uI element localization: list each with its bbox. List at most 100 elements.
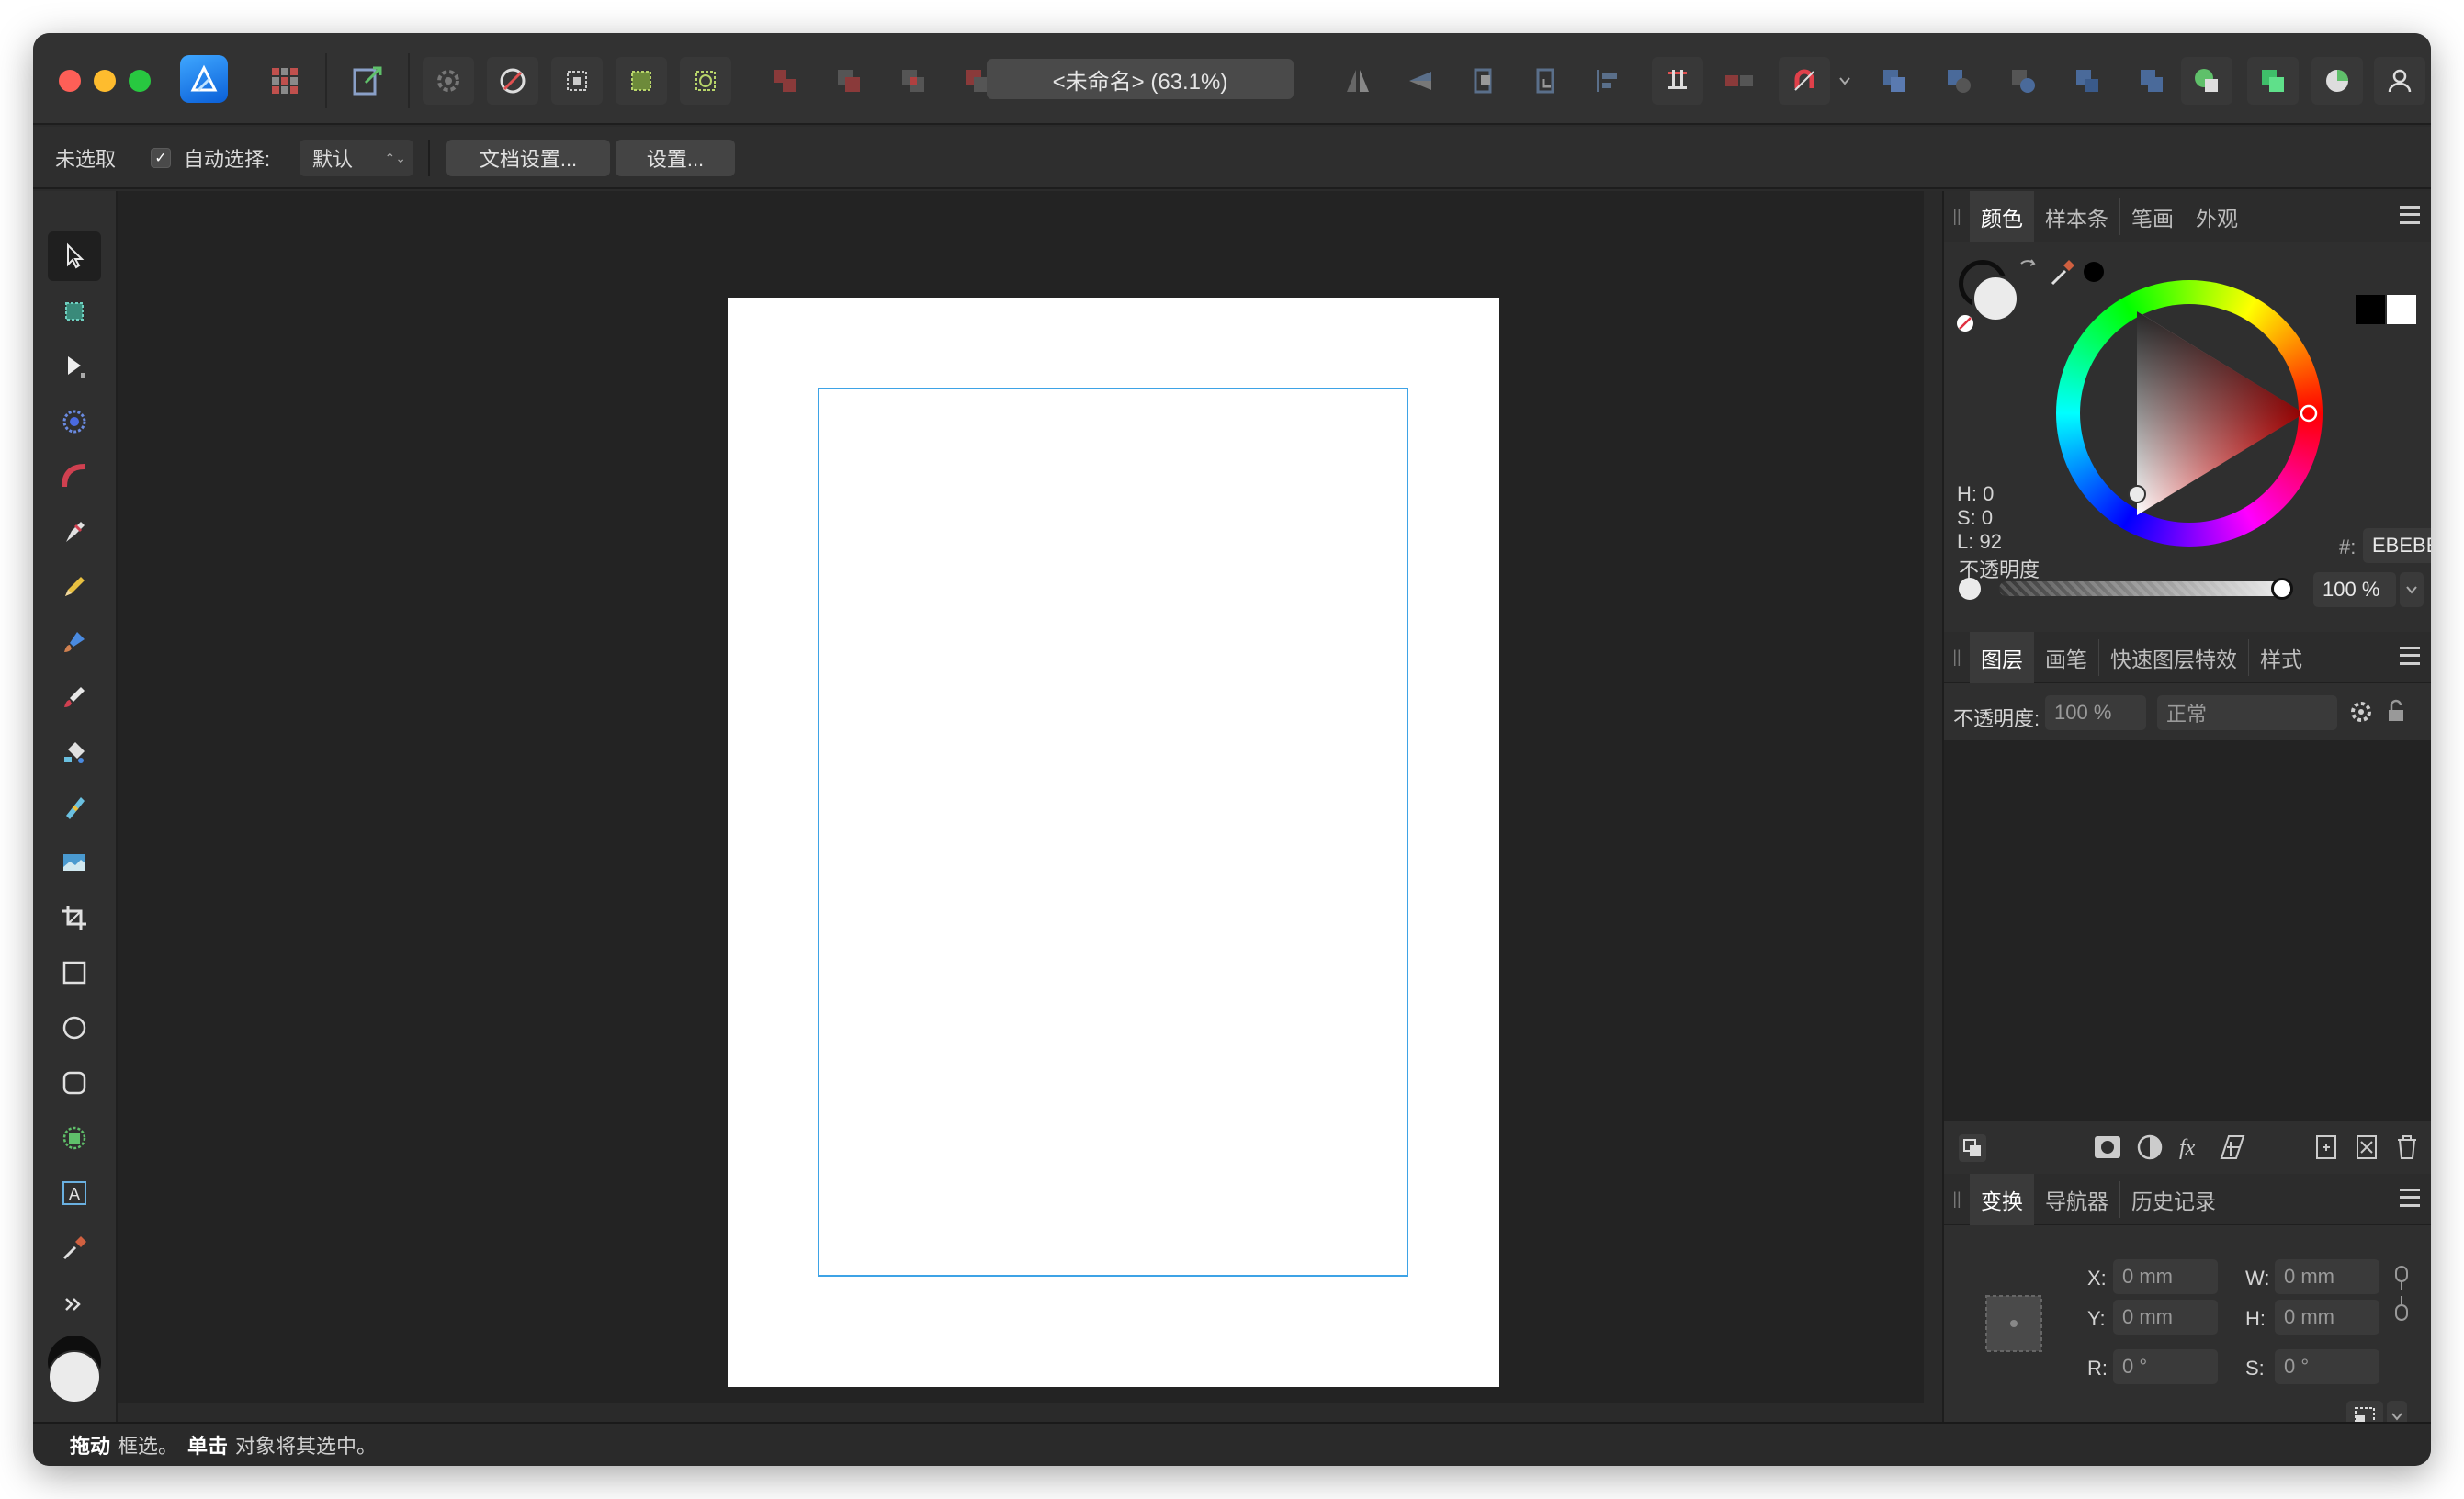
export-persona-icon[interactable] (342, 57, 393, 105)
view-mode-icon[interactable] (551, 57, 603, 105)
node-tool-icon[interactable] (48, 342, 101, 391)
ellipse-tool-icon[interactable] (48, 1003, 101, 1053)
expand-tools-chevron-icon[interactable] (48, 1290, 101, 1319)
geometry-add-icon[interactable] (2181, 57, 2232, 105)
width-input[interactable]: 0 mm (2275, 1259, 2379, 1294)
delete-object-icon[interactable] (2352, 1133, 2381, 1167)
pixel-view-icon[interactable] (616, 57, 667, 105)
retina-view-icon[interactable] (680, 57, 731, 105)
arrange-forward-icon[interactable] (1869, 57, 1920, 105)
picked-color-swatch[interactable] (2084, 262, 2104, 282)
fill-color-swatch[interactable] (48, 1350, 101, 1403)
pen-tool-icon[interactable] (48, 507, 101, 557)
tab-styles[interactable]: 样式 (2249, 632, 2313, 683)
hex-input[interactable]: EBEBEB (2363, 528, 2431, 563)
opacity-dropdown-chevron-icon[interactable] (2400, 572, 2424, 607)
document-page[interactable] (728, 298, 1499, 1387)
tab-navigator[interactable]: 导航器 (2034, 1174, 2119, 1225)
tab-history[interactable]: 历史记录 (2120, 1174, 2227, 1225)
affinity-designer-logo-icon[interactable] (180, 55, 228, 103)
align-icon[interactable] (1582, 57, 1633, 105)
corner-tool-icon[interactable] (48, 452, 101, 502)
trash-icon[interactable] (2392, 1133, 2422, 1167)
color-wheel[interactable] (2056, 280, 2323, 547)
y-input[interactable]: 0 mm (2113, 1300, 2218, 1335)
settings-gear-icon[interactable] (423, 57, 474, 105)
layer-opacity-input[interactable]: 100 % (2045, 695, 2146, 730)
text-tool-icon[interactable]: A (48, 1168, 101, 1218)
black-swatch[interactable] (2356, 295, 2385, 324)
tab-layers[interactable]: 图层 (1970, 631, 2034, 683)
inpaint-icon[interactable] (1714, 57, 1766, 105)
transparency-tool-icon[interactable] (48, 783, 101, 832)
tab-stroke[interactable]: 笔画 (2120, 191, 2185, 242)
flip-horizontal-icon[interactable] (1332, 57, 1384, 105)
no-color-icon[interactable] (1957, 315, 1973, 332)
contour-tool-icon[interactable] (48, 397, 101, 446)
boolean-add-icon[interactable] (759, 57, 810, 105)
crop-tool-icon[interactable] (48, 893, 101, 942)
pencil-tool-icon[interactable] (48, 562, 101, 612)
panel-grip-icon[interactable]: || (1944, 191, 1970, 242)
opacity-slider-handle[interactable] (2271, 578, 2293, 600)
tab-appearance[interactable]: 外观 (2185, 191, 2249, 242)
rotation-input[interactable]: 0 ° (2113, 1349, 2218, 1384)
opacity-slider[interactable] (1999, 581, 2280, 596)
distribute-icon[interactable] (1652, 57, 1703, 105)
color-panel-menu-icon[interactable] (2400, 206, 2420, 224)
layer-settings-gear-icon[interactable] (2348, 699, 2374, 729)
account-user-icon[interactable] (2374, 57, 2425, 105)
geometry-subtract-icon[interactable] (2247, 57, 2299, 105)
panel-grip-icon[interactable]: || (1944, 1174, 1970, 1225)
group-icon[interactable] (2126, 57, 2177, 105)
vertical-scrollbar[interactable] (1924, 191, 1942, 1403)
shape-tool-icon[interactable] (48, 1113, 101, 1163)
vector-brush-tool-icon[interactable] (48, 617, 101, 667)
snapping-icon[interactable] (487, 57, 538, 105)
arrange-backward-icon[interactable] (2062, 57, 2113, 105)
snapping-dropdown-chevron-icon[interactable] (1834, 57, 1856, 105)
zoom-window-button[interactable] (129, 70, 151, 92)
tab-quick-fx[interactable]: 快速图层特效 (2099, 632, 2248, 683)
layers-list[interactable] (1944, 740, 2431, 1121)
live-filter-icon[interactable] (2218, 1133, 2247, 1167)
opacity-input[interactable]: 100 % (2313, 572, 2396, 607)
horizontal-scrollbar[interactable] (118, 1403, 1942, 1422)
boolean-intersect-icon[interactable] (887, 57, 939, 105)
white-swatch[interactable] (2387, 295, 2416, 324)
anchor-point-selector[interactable] (1979, 1289, 2049, 1358)
layers-panel-menu-icon[interactable] (2400, 647, 2420, 665)
place-image-tool-icon[interactable] (48, 838, 101, 887)
rectangle-tool-icon[interactable] (48, 948, 101, 997)
auto-select-checkbox[interactable]: ✓ (151, 148, 171, 168)
add-layer-icon[interactable] (2311, 1133, 2341, 1167)
arrange-front-icon[interactable] (1997, 57, 2049, 105)
transform-panel-menu-icon[interactable] (2400, 1189, 2420, 1207)
blend-mode-select[interactable]: 正常 (2157, 695, 2337, 730)
fill-well[interactable] (1972, 275, 2019, 322)
fill-tool-icon[interactable] (48, 727, 101, 777)
geometry-intersect-icon[interactable] (2311, 57, 2363, 105)
layer-fx-icon[interactable]: fx (2177, 1131, 2207, 1165)
tab-swatches[interactable]: 样本条 (2034, 191, 2119, 242)
panel-grip-icon[interactable]: || (1944, 632, 1970, 683)
x-input[interactable]: 0 mm (2113, 1259, 2218, 1294)
swap-colors-icon[interactable] (2018, 256, 2040, 283)
rounded-rectangle-tool-icon[interactable] (48, 1058, 101, 1108)
shear-input[interactable]: 0 ° (2275, 1349, 2379, 1384)
height-input[interactable]: 0 mm (2275, 1300, 2379, 1335)
lock-aspect-ratio-icon[interactable] (2392, 1263, 2411, 1332)
flip-vertical-icon[interactable] (1395, 57, 1446, 105)
rotate-left-icon[interactable] (1457, 57, 1509, 105)
minimize-window-button[interactable] (94, 70, 116, 92)
pixel-brush-tool-icon[interactable] (48, 672, 101, 722)
persona-grid-icon[interactable] (259, 57, 311, 105)
auto-select-checkbox-wrap[interactable]: ✓ (151, 127, 171, 189)
close-window-button[interactable] (59, 70, 81, 92)
document-setup-button[interactable]: 文档设置... (446, 140, 610, 176)
adjustment-layer-icon[interactable] (2135, 1133, 2164, 1167)
mask-layer-icon[interactable] (2093, 1133, 2122, 1167)
document-canvas[interactable] (118, 191, 1955, 1403)
move-tool-icon[interactable] (48, 231, 101, 281)
arrange-back-icon[interactable] (1933, 57, 1984, 105)
